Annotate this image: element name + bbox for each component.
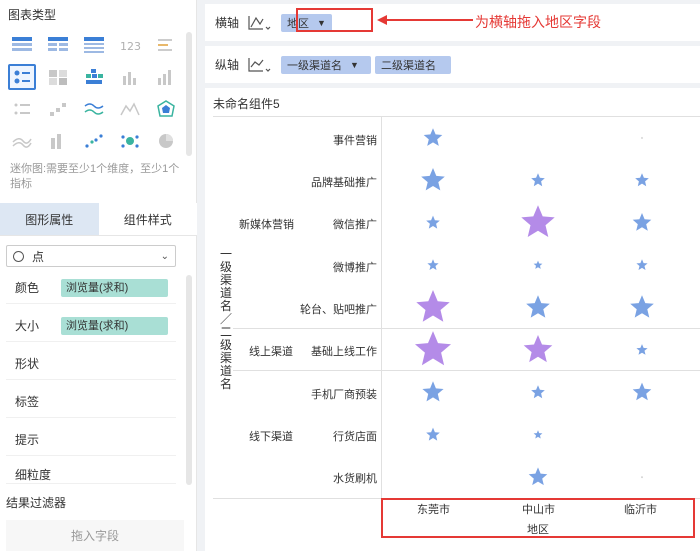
color-grid-icon[interactable] (80, 64, 108, 90)
result-filter-title: 结果过滤器 (6, 496, 67, 510)
left-panel: 图表类型 123 迷你图:需要至少1个维度，至少1个指标 图形属性 组件样式 点… (0, 0, 197, 551)
pie-chart-icon[interactable] (152, 128, 180, 154)
dot-matrix-icon[interactable] (8, 96, 36, 122)
size-field-pill[interactable]: 浏览量(求和) (61, 316, 168, 335)
annotation-arrow-icon (377, 15, 473, 25)
star-point[interactable] (533, 260, 543, 269)
star-point[interactable] (636, 344, 648, 355)
y-field-pill-1[interactable]: 一级渠道名 ▼ (281, 55, 371, 74)
step-chart-icon[interactable] (44, 96, 72, 122)
mark-type-select[interactable]: 点 ⌄ (6, 245, 176, 267)
star-point[interactable] (415, 331, 451, 366)
column-chart-icon[interactable] (152, 64, 180, 90)
star-point[interactable] (640, 476, 644, 479)
y-axis-row: 纵轴 一级渠道名 ▼ 二级渠道名 (205, 46, 700, 83)
detail-table-icon[interactable] (80, 32, 108, 58)
prop-shape-label: 形状 (15, 357, 40, 371)
chevron-down-icon: ⌄ (160, 250, 169, 262)
heatmap-icon[interactable] (44, 64, 72, 90)
star-point[interactable] (427, 259, 439, 270)
radar-chart-icon[interactable] (152, 96, 180, 122)
star-point[interactable] (531, 385, 545, 399)
star-point[interactable] (636, 259, 648, 270)
filter-drop-zone[interactable]: 拖入字段 (6, 520, 184, 551)
chart-types-title: 图表类型 (8, 8, 57, 22)
prop-size-label: 大小 (15, 319, 40, 333)
star-point[interactable] (422, 381, 444, 402)
mark-type-value: 点 (32, 249, 45, 264)
prop-label-label: 标签 (15, 395, 40, 409)
x-field-annotation-box (296, 8, 373, 32)
star-point[interactable] (635, 173, 649, 187)
star-point[interactable] (423, 128, 443, 146)
property-tabs: 图形属性 组件样式 (0, 203, 197, 236)
stacked-bar-icon[interactable] (44, 128, 72, 154)
prop-tooltip[interactable]: 提示 (6, 424, 176, 456)
star-point[interactable] (421, 168, 445, 191)
tab-component-style[interactable]: 组件样式 (98, 203, 197, 235)
star-point[interactable] (632, 213, 652, 231)
star-point[interactable] (521, 205, 555, 237)
x-axis-label: 横轴 (215, 16, 240, 30)
y-field-name-1: 一级渠道名 (287, 59, 342, 72)
props-scrollbar[interactable] (186, 275, 192, 485)
prop-color-label: 颜色 (15, 281, 40, 295)
svg-text:123: 123 (120, 40, 141, 53)
prop-size[interactable]: 大小 浏览量(求和) (6, 310, 176, 342)
scatter-marks (415, 128, 654, 486)
scatter-point-icon[interactable] (8, 64, 36, 90)
tab-graph-properties[interactable]: 图形属性 (0, 203, 99, 235)
star-point[interactable] (531, 173, 545, 187)
prop-label[interactable]: 标签 (6, 386, 176, 418)
chart-types-scrollbar[interactable] (186, 32, 192, 156)
scatter-dots-icon[interactable] (80, 128, 108, 154)
star-point[interactable] (523, 335, 553, 363)
main-area: 横轴 地区 ▼ 为横轴拖入地区字段 纵轴 一级渠道名 ▼ 二级渠道名 未命名组件… (205, 0, 700, 551)
star-point[interactable] (416, 290, 450, 322)
chart-component[interactable]: 未命名组件5 一级渠道名／二级渠道名 新媒体营销 线上渠道 线下渠道 事件营销 … (205, 88, 700, 551)
star-point[interactable] (426, 427, 440, 441)
star-point[interactable] (630, 295, 654, 318)
cross-table-icon[interactable] (44, 32, 72, 58)
prop-color[interactable]: 颜色 浏览量(求和) (6, 272, 176, 304)
line-chart-icon[interactable] (80, 96, 108, 122)
prop-granularity-label: 细粒度 (15, 468, 52, 482)
annotation-text: 为横轴拖入地区字段 (475, 14, 601, 30)
table-icon[interactable] (8, 32, 36, 58)
filter-funnel-icon-2[interactable]: ▼ (350, 60, 359, 70)
multi-line-icon[interactable] (8, 128, 36, 154)
axis-sort-icon[interactable] (241, 11, 277, 35)
star-point[interactable] (632, 382, 652, 401)
number-kpi-icon[interactable]: 123 (116, 32, 144, 58)
chart-hint-text: 迷你图:需要至少1个维度，至少1个指标 (10, 163, 180, 190)
bar-chart-icon[interactable] (116, 64, 144, 90)
prop-tooltip-label: 提示 (15, 433, 40, 447)
axis-sort-icon-2[interactable] (241, 53, 277, 77)
star-point[interactable] (526, 295, 550, 318)
star-point[interactable] (528, 467, 548, 486)
y-field-pill-2[interactable]: 二级渠道名 (375, 55, 451, 74)
y-axis-label: 纵轴 (215, 58, 240, 72)
prop-shape[interactable]: 形状 (6, 348, 176, 380)
area-chart-icon[interactable] (116, 96, 144, 122)
y-field-name-2: 二级渠道名 (381, 59, 436, 72)
star-point[interactable] (426, 215, 440, 229)
point-mark-icon (13, 250, 24, 262)
gauge-text-icon[interactable] (152, 32, 180, 58)
bubble-chart-icon[interactable] (116, 128, 144, 154)
prop-granularity[interactable]: 细粒度 (6, 462, 176, 484)
color-field-pill[interactable]: 浏览量(求和) (61, 278, 168, 297)
star-point[interactable] (533, 430, 543, 439)
star-point[interactable] (640, 136, 644, 139)
